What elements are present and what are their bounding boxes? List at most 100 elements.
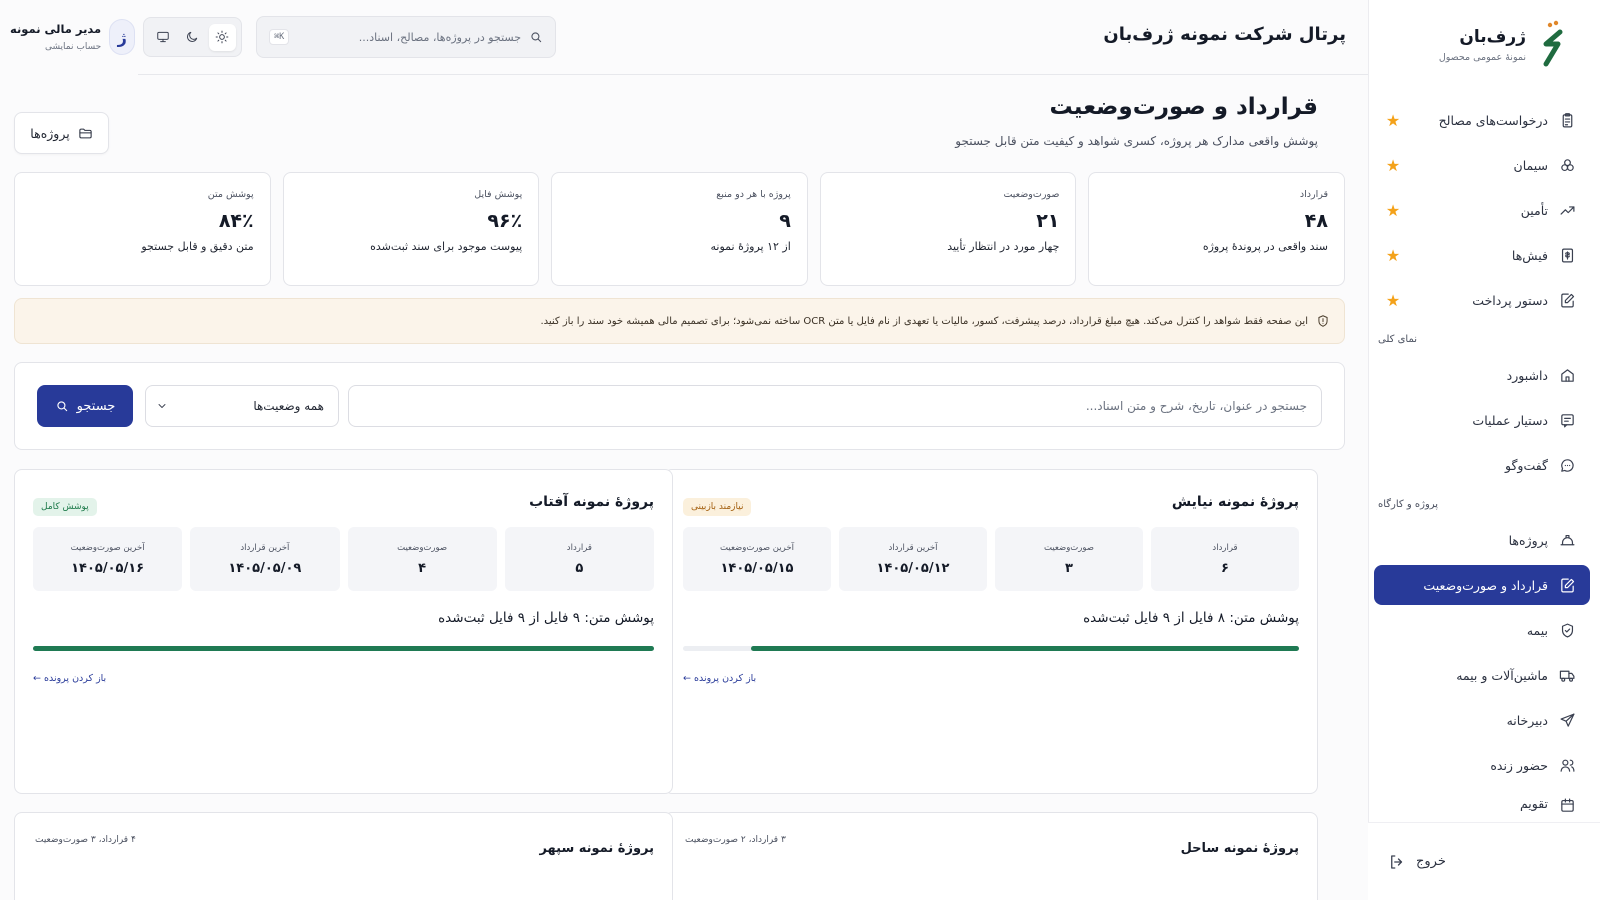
- logout-label: خروج: [1416, 854, 1446, 869]
- stat-value: ۸۴٪: [218, 210, 254, 232]
- sidebar-item-label: قرارداد و صورت‌وضعیت: [1423, 577, 1548, 593]
- avatar[interactable]: ژ: [109, 19, 136, 55]
- logout-icon: [1391, 854, 1403, 869]
- calendar-icon: [1558, 796, 1576, 812]
- brand[interactable]: ژرف‌بان نمونهٔ عمومی محصول: [1439, 20, 1572, 70]
- user-menu[interactable]: مدیر مالی نمونه حساب نمایشی ژ: [10, 19, 136, 55]
- search-icon: [531, 32, 542, 43]
- star-icon[interactable]: ★: [1384, 156, 1402, 175]
- hard-hat-icon: [1558, 531, 1576, 549]
- info-shield-icon: [1318, 315, 1328, 327]
- project-metrics: قرارداد ۶ صورت‌وضعیت ۳ آخرین قرارداد ۱۴۰…: [683, 527, 1299, 591]
- chevron-down-icon: [158, 404, 166, 408]
- sidebar-item-label: درخواست‌های مصالح: [1438, 112, 1548, 128]
- portal-title: پرتال شرکت نمونه ژرف‌بان: [1103, 24, 1346, 45]
- metric-statements: صورت‌وضعیت ۳: [995, 527, 1143, 591]
- projects-button-label: پروژه‌ها: [30, 125, 70, 141]
- projects-button[interactable]: پروژه‌ها: [14, 112, 109, 154]
- star-icon[interactable]: ★: [1384, 246, 1402, 265]
- sidebar-item-supply[interactable]: تأمین ★: [1374, 190, 1590, 230]
- nav-section-overview: نمای کلی: [1378, 334, 1418, 345]
- light-theme-button[interactable]: [208, 23, 236, 51]
- sidebar-item-live-attendance[interactable]: حضور زنده: [1374, 745, 1590, 785]
- sidebar-item-label: پروژه‌ها: [1508, 532, 1548, 548]
- sidebar-item-material-requests[interactable]: درخواست‌های مصالح ★: [1374, 100, 1590, 140]
- user-name: مدیر مالی نمونه: [10, 22, 102, 36]
- home-icon: [1558, 366, 1576, 384]
- star-icon[interactable]: ★: [1384, 201, 1402, 220]
- search-button[interactable]: جستجو: [37, 385, 133, 427]
- sidebar-nav: درخواست‌های مصالح ★ سیمان ★ تأمین ★ فیش‌…: [1374, 100, 1590, 817]
- metric-label: صورت‌وضعیت: [397, 543, 448, 553]
- stat-label: قرارداد: [1299, 189, 1328, 200]
- shield-icon: [1558, 621, 1576, 639]
- stat-value: ۹۶٪: [487, 210, 523, 232]
- logout-button[interactable]: خروج: [1368, 822, 1600, 900]
- stack-icon: [1558, 156, 1576, 174]
- stat-value: ۴۸: [1304, 210, 1328, 232]
- sidebar-item-projects[interactable]: پروژه‌ها: [1374, 520, 1590, 560]
- sidebar-item-operations-assistant[interactable]: دستیار عملیات: [1374, 400, 1590, 440]
- sidebar-item-machinery-insurance[interactable]: ماشین‌آلات و بیمه: [1374, 655, 1590, 695]
- theme-switcher: [143, 17, 242, 57]
- project-title: پروژهٔ نمونه آفتاب: [529, 494, 654, 510]
- sidebar-item-contracts-statements[interactable]: قرارداد و صورت‌وضعیت: [1374, 565, 1590, 605]
- stat-note: چهار مورد در انتظار تأیید: [947, 240, 1060, 253]
- metric-label: صورت‌وضعیت: [1043, 543, 1095, 553]
- sidebar-item-secretariat[interactable]: دبیرخانه: [1374, 700, 1590, 740]
- coverage-progress-fill: [33, 646, 654, 651]
- sidebar-item-dashboard[interactable]: داشبورد: [1374, 355, 1590, 395]
- stat-card-contracts: قرارداد ۴۸ سند واقعی در پروندهٔ پروژه: [1088, 172, 1345, 286]
- sidebar-item-receipts[interactable]: فیش‌ها ★: [1374, 235, 1590, 275]
- global-search-input[interactable]: [297, 30, 521, 44]
- sidebar-item-label: فیش‌ها: [1511, 247, 1548, 263]
- stat-card-statements: صورت‌وضعیت ۲۱ چهار مورد در انتظار تأیید: [819, 172, 1077, 286]
- topbar-divider: [138, 74, 1368, 75]
- document-search-input[interactable]: [348, 385, 1322, 427]
- sidebar-item-label: داشبورد: [1506, 367, 1548, 383]
- sidebar-item-label: تأمین: [1520, 202, 1548, 218]
- coverage-text: پوشش متن: ۸ فایل از ۹ فایل ثبت‌شده: [1083, 610, 1299, 626]
- sidebar-item-chat[interactable]: گفت‌وگو: [1374, 445, 1590, 485]
- sidebar-item-calendar[interactable]: تقویم: [1374, 790, 1590, 812]
- open-file-link[interactable]: باز کردن پرونده ←: [683, 673, 756, 684]
- alert-text: این صفحه فقط شواهد را کنترل می‌کند. هیچ …: [540, 315, 1308, 327]
- truck-icon: [1558, 666, 1576, 684]
- metric-label: آخرین صورت‌وضعیت: [70, 543, 145, 553]
- sidebar-item-label: دستیار عملیات: [1472, 412, 1548, 428]
- sidebar-item-label: حضور زنده: [1490, 757, 1548, 773]
- star-icon[interactable]: ★: [1384, 291, 1402, 310]
- global-search[interactable]: K⌘: [256, 16, 556, 58]
- status-select[interactable]: همه وضعیت‌ها: [145, 385, 339, 427]
- send-icon: [1558, 711, 1576, 729]
- coverage-progress-fill: [751, 646, 1299, 651]
- folder-icon: [79, 128, 92, 138]
- metric-contracts: قرارداد ۵: [504, 527, 654, 591]
- message-square-icon: [1558, 411, 1576, 429]
- metric-last-contract: آخرین قرارداد ۱۴۰۵/۰۵/۰۹: [190, 527, 340, 591]
- metric-label: قرارداد: [566, 543, 592, 553]
- stat-value: ۹: [779, 210, 791, 232]
- dark-theme-button[interactable]: [179, 24, 206, 51]
- stat-card-file-coverage: پوشش فایل ۹۶٪ پیوست موجود برای سند ثبت‌ش…: [282, 172, 540, 286]
- nav-section-project: پروژه و کارگاه: [1378, 499, 1439, 510]
- sidebar-item-insurance[interactable]: بیمه: [1374, 610, 1590, 650]
- star-icon[interactable]: ★: [1384, 111, 1402, 130]
- project-metrics: قرارداد ۵ صورت‌وضعیت ۴ آخرین قرارداد ۱۴۰…: [33, 527, 654, 591]
- project-title: پروژهٔ نمونه نیایش: [1171, 494, 1299, 510]
- status-badge: نیازمند بازبینی: [683, 498, 752, 516]
- coverage-progress: [683, 646, 1299, 651]
- stat-card-both-sources: پروژه با هر دو منبع ۹ از ۱۲ پروژهٔ نمونه: [551, 172, 808, 286]
- metric-value: ۳: [1065, 561, 1073, 576]
- sidebar-item-payment-order[interactable]: دستور پرداخت ★: [1374, 280, 1590, 320]
- trend-icon: [1558, 201, 1576, 219]
- open-file-link[interactable]: باز کردن پرونده ←: [33, 673, 106, 684]
- sidebar-item-label: دبیرخانه: [1506, 712, 1548, 728]
- sidebar-item-cement[interactable]: سیمان ★: [1374, 145, 1590, 185]
- metric-last-statement: آخرین صورت‌وضعیت ۱۴۰۵/۰۵/۱۵: [683, 527, 831, 591]
- edit-doc-icon: [1558, 291, 1576, 309]
- metric-value: ۴: [418, 561, 427, 576]
- sidebar-item-label: بیمه: [1526, 622, 1548, 638]
- sidebar-item-label: ماشین‌آلات و بیمه: [1456, 667, 1548, 683]
- system-theme-button[interactable]: [149, 24, 176, 51]
